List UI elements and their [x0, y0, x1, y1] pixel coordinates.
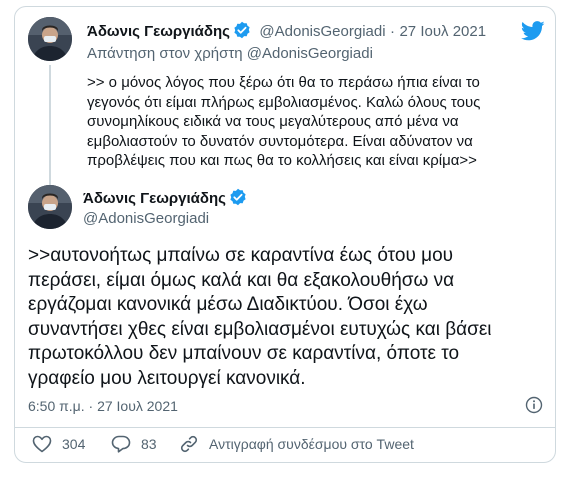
twitter-bird-icon[interactable]: [520, 21, 545, 46]
quoted-text-line: εμβολιαστούν το δυνατόν συντομότερα. Είν…: [87, 132, 473, 150]
quoted-tweet-text: >> ο μόνος λόγος που ξέρω ότι θα το περά…: [87, 73, 527, 171]
tweet-text-line: συναντήσει χθες είναι εμβολιασμένοι ευτυ…: [28, 318, 492, 340]
reply-to-label[interactable]: Απάντηση στον χρήστη @AdonisGeorgiadi: [87, 45, 373, 62]
reply-count: 83: [141, 436, 157, 452]
copy-link-button[interactable]: Αντιγραφή συνδέσμου στο Tweet: [179, 435, 414, 453]
author-name[interactable]: Άδωνις Γεωργιάδης: [83, 190, 226, 207]
quoted-author-avatar[interactable]: [28, 17, 72, 61]
tweet-text: >>αυτονοήτως μπαίνω σε καραντίνα έως ότο…: [28, 244, 538, 391]
tweet-text-line: γραφείο μου λειτουργεί κανονικά.: [28, 367, 306, 389]
info-icon[interactable]: [525, 396, 543, 419]
reply-button[interactable]: 83: [111, 435, 157, 453]
tweet-text-line: περάσει, είμαι όμως καλά και θα εξακολου…: [28, 269, 455, 291]
quoted-text-line: >> ο μόνος λόγος που ξέρω ότι θα το περά…: [87, 74, 480, 91]
quoted-text-line: γεγονός ότι είμαι πλήρως εμβολιασμένος. …: [87, 93, 481, 111]
quoted-separator: ·: [390, 23, 396, 40]
like-button[interactable]: 304: [32, 435, 85, 453]
verified-badge-icon: [229, 188, 247, 211]
quoted-text-line: προβλέψεις που και πως θα το κολλήσεις κ…: [87, 152, 477, 170]
quoted-author-name[interactable]: Άδωνις Γεωργιάδης: [87, 23, 230, 40]
link-icon: [180, 435, 198, 453]
reply-bubble-icon: [111, 435, 131, 453]
author-handle[interactable]: @AdonisGeorgiadi: [83, 210, 209, 227]
heart-icon: [32, 435, 52, 453]
author-avatar[interactable]: [28, 185, 72, 229]
tweet-timestamp[interactable]: 6:50 π.μ. · 27 Ιουλ 2021: [28, 398, 178, 414]
tweet-text-line: πρωτοκόλλου δεν μπαίνουν σε καραντίνα, ό…: [28, 343, 460, 364]
quoted-date[interactable]: 27 Ιουλ 2021: [399, 23, 486, 40]
actions-divider: [15, 427, 555, 428]
quoted-text-line: συνομηλίκους ειδικά να τους μεγαλύτερους…: [87, 113, 459, 131]
tweet-text-line: εργάζομαι κανονικά μέσω Διαδικτύου. Όσοι…: [28, 294, 428, 315]
tweet-text-line: >>αυτονοήτως μπαίνω σε καραντίνα έως ότο…: [28, 245, 454, 266]
thread-connector-line: [49, 65, 51, 189]
tweet-embed-card: Άδωνις Γεωργιάδης @AdonisGeorgiadi · 27 …: [14, 6, 556, 463]
verified-badge-icon: [233, 21, 251, 44]
like-count: 304: [62, 436, 86, 452]
copy-link-label: Αντιγραφή συνδέσμου στο Tweet: [209, 436, 414, 452]
quoted-author-handle[interactable]: @AdonisGeorgiadi: [259, 23, 385, 40]
